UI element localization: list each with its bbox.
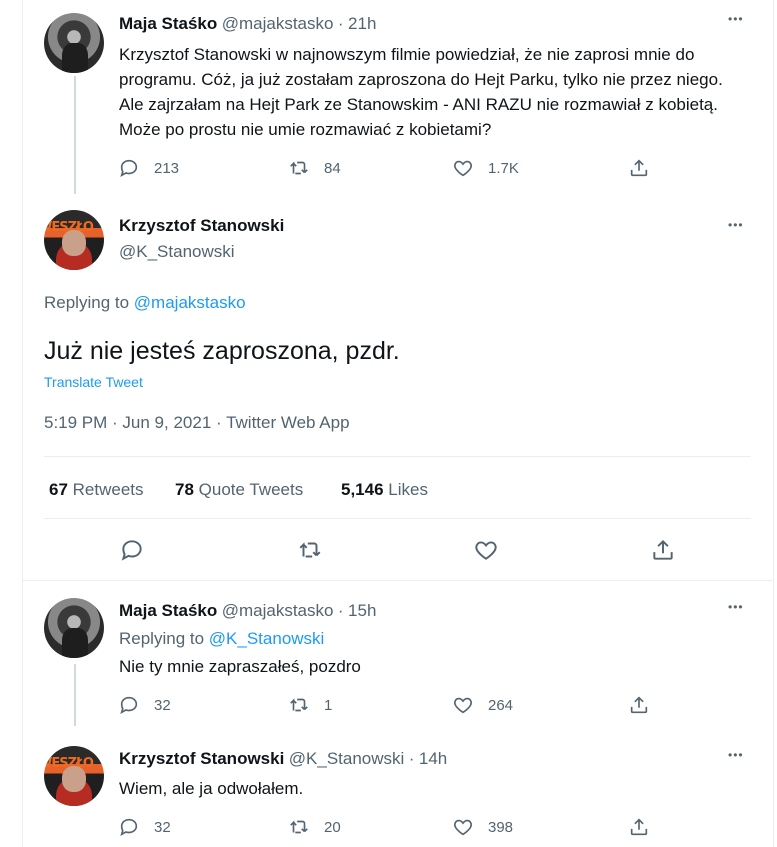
tweet-header: Maja Staśko @majakstasko · 21h bbox=[119, 14, 376, 34]
author-handle[interactable]: @majakstasko bbox=[222, 601, 334, 620]
separator: · bbox=[337, 601, 344, 620]
heart-icon bbox=[454, 160, 472, 177]
likes-label: Likes bbox=[388, 480, 428, 499]
like-count: 264 bbox=[488, 696, 514, 714]
reply-button[interactable] bbox=[119, 537, 145, 563]
share-button[interactable] bbox=[650, 537, 676, 563]
share-icon bbox=[630, 818, 648, 836]
avatar-krzysztof[interactable] bbox=[44, 210, 104, 270]
replying-to: Replying to @K_Stanowski bbox=[119, 629, 324, 649]
likes-count: 5,146 bbox=[341, 480, 384, 499]
author-name[interactable]: Krzysztof Stanowski bbox=[119, 749, 284, 768]
like-button[interactable] bbox=[473, 537, 499, 563]
share-button[interactable] bbox=[628, 816, 650, 838]
author-name[interactable]: Krzysztof Stanowski bbox=[119, 216, 284, 236]
retweet-icon bbox=[290, 161, 308, 175]
like-count: 398 bbox=[488, 818, 514, 836]
heart-icon bbox=[454, 819, 472, 836]
like-button[interactable]: 264 bbox=[452, 694, 513, 716]
retweet-button[interactable] bbox=[297, 537, 323, 563]
author-name[interactable]: Maja Staśko bbox=[119, 601, 217, 620]
avatar-krzysztof[interactable] bbox=[44, 746, 104, 806]
reply-button[interactable]: 213 bbox=[118, 157, 179, 179]
retweet-icon bbox=[290, 698, 308, 712]
thread-line bbox=[74, 76, 76, 194]
reply-icon bbox=[121, 540, 142, 561]
separator: · bbox=[408, 749, 415, 768]
author-handle[interactable]: @majakstasko bbox=[222, 14, 334, 33]
heart-icon bbox=[475, 541, 497, 560]
tweet-text: Krzysztof Stanowski w najnowszym filmie … bbox=[119, 45, 723, 139]
quotes-count: 78 bbox=[175, 480, 194, 499]
retweet-count: 20 bbox=[324, 818, 341, 836]
share-button[interactable] bbox=[628, 694, 650, 716]
avatar-maja[interactable] bbox=[44, 598, 104, 658]
tweet-header: Maja Staśko @majakstasko · 15h bbox=[119, 601, 376, 621]
author-handle[interactable]: @K_Stanowski bbox=[119, 242, 235, 262]
more-options-icon[interactable]: ••• bbox=[728, 218, 744, 232]
replying-handle-link[interactable]: @K_Stanowski bbox=[209, 629, 325, 648]
reply-button[interactable]: 32 bbox=[118, 816, 171, 838]
divider bbox=[44, 518, 751, 519]
reply-count: 213 bbox=[154, 159, 180, 177]
like-button[interactable]: 1.7K bbox=[452, 157, 519, 179]
tweet-text: Nie ty mnie zapraszałeś, pozdro bbox=[119, 657, 361, 676]
share-icon bbox=[630, 159, 648, 177]
retweet-count: 1 bbox=[324, 696, 333, 714]
share-icon bbox=[630, 696, 648, 714]
more-options-icon[interactable]: ••• bbox=[728, 12, 744, 26]
main-tweet-text: Już nie jesteś zaproszona, pzdr. bbox=[44, 337, 400, 365]
quotes-label: Quote Tweets bbox=[198, 480, 304, 499]
tweet-time[interactable]: 21h bbox=[348, 14, 376, 33]
tweet-time[interactable]: 15h bbox=[348, 601, 376, 620]
retweet-icon bbox=[290, 820, 308, 834]
reply-count: 32 bbox=[154, 696, 171, 714]
divider bbox=[44, 456, 751, 457]
replying-label: Replying to bbox=[44, 293, 130, 312]
retweets-label: Retweets bbox=[72, 480, 144, 499]
share-icon bbox=[653, 539, 673, 560]
reply-button[interactable]: 32 bbox=[118, 694, 171, 716]
tweet-time[interactable]: 14h bbox=[419, 749, 447, 768]
like-count: 1.7K bbox=[488, 159, 519, 177]
section-divider bbox=[22, 580, 774, 581]
retweet-button[interactable]: 84 bbox=[288, 157, 341, 179]
replying-to: Replying to @majakstasko bbox=[44, 293, 246, 313]
more-options-icon[interactable]: ••• bbox=[728, 748, 744, 762]
thread-line bbox=[74, 664, 76, 726]
retweet-button[interactable]: 1 bbox=[288, 694, 332, 716]
translate-tweet-link[interactable]: Translate Tweet bbox=[44, 374, 143, 390]
quote-tweets-stat[interactable]: 78 Quote Tweets bbox=[175, 480, 303, 500]
more-options-icon[interactable]: ••• bbox=[728, 600, 744, 614]
tweet-text: Wiem, ale ja odwołałem. bbox=[119, 779, 304, 798]
author-name[interactable]: Maja Staśko bbox=[119, 14, 217, 33]
retweets-stat[interactable]: 67 Retweets bbox=[49, 480, 144, 500]
like-button[interactable]: 398 bbox=[452, 816, 513, 838]
reply-icon bbox=[120, 159, 138, 178]
reply-icon bbox=[120, 818, 138, 837]
retweets-count: 67 bbox=[49, 480, 68, 499]
reply-icon bbox=[120, 696, 138, 715]
retweet-button[interactable]: 20 bbox=[288, 816, 341, 838]
share-button[interactable] bbox=[628, 157, 650, 179]
avatar-maja[interactable] bbox=[44, 13, 104, 73]
replying-handle-link[interactable]: @majakstasko bbox=[134, 293, 246, 312]
separator: · bbox=[337, 14, 344, 33]
tweet-meta[interactable]: 5:19 PM · Jun 9, 2021 · Twitter Web App bbox=[44, 413, 350, 433]
retweet-icon bbox=[299, 542, 321, 558]
replying-label: Replying to bbox=[119, 629, 205, 648]
retweet-count: 84 bbox=[324, 159, 341, 177]
tweet-header: Krzysztof Stanowski @K_Stanowski · 14h bbox=[119, 749, 447, 769]
author-handle[interactable]: @K_Stanowski bbox=[289, 749, 405, 768]
reply-count: 32 bbox=[154, 818, 171, 836]
heart-icon bbox=[454, 697, 472, 714]
likes-stat[interactable]: 5,146 Likes bbox=[341, 480, 428, 500]
